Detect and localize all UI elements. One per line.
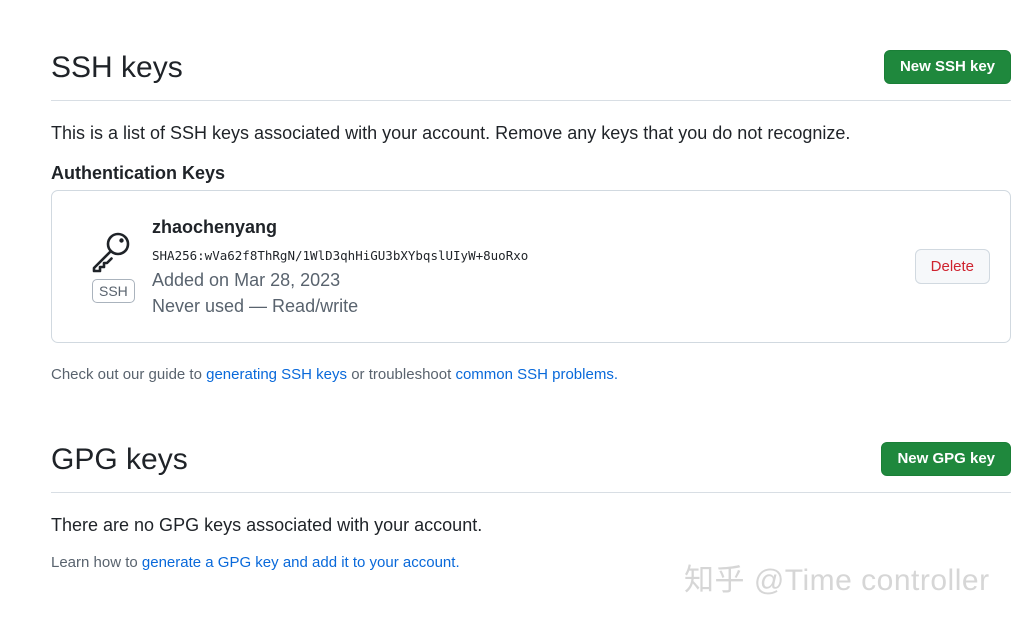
gpg-empty-text: There are no GPG keys associated with yo… — [51, 515, 483, 535]
ssh-guide-text: Check out our guide to generating SSH ke… — [51, 366, 618, 383]
ssh-guide-prefix: Check out our guide to — [51, 366, 207, 383]
ssh-type-badge: SSH — [92, 279, 135, 303]
ssh-guide-middle: or troubleshoot — [347, 366, 456, 383]
gpg-keys-header: GPG keys New GPG key — [51, 442, 1011, 493]
new-ssh-key-button[interactable]: New SSH key — [883, 50, 1011, 84]
settings-keys-page: SSH keys New SSH key This is a list of S… — [0, 0, 1033, 618]
key-icon — [92, 232, 130, 273]
ssh-key-fingerprint: SHA256:wVa62f8ThRgN/1WlD3qhHiGU3bXYbqslU… — [152, 248, 529, 263]
generate-gpg-key-link[interactable]: generate a GPG key and add it to your ac… — [142, 554, 456, 571]
common-ssh-problems-link[interactable]: common SSH problems — [455, 366, 613, 383]
ssh-key-added-date: Added on Mar 28, 2023 — [152, 270, 341, 290]
new-gpg-key-button[interactable]: New GPG key — [881, 442, 1011, 476]
generating-ssh-keys-link[interactable]: generating SSH keys — [206, 366, 347, 383]
delete-ssh-key-button[interactable]: Delete — [914, 249, 990, 284]
ssh-guide-suffix: . — [613, 366, 618, 383]
ssh-key-name: zhaochenyang — [152, 217, 278, 237]
gpg-learn-prefix: Learn how to — [51, 554, 142, 571]
ssh-description: This is a list of SSH keys associated wi… — [51, 123, 851, 143]
gpg-keys-title: GPG keys — [51, 443, 188, 476]
ssh-keys-header: SSH keys New SSH key — [51, 50, 1011, 101]
zhihu-watermark: 知乎 @Time controller — [684, 564, 990, 597]
ssh-key-usage: Never used — Read/write — [152, 296, 359, 316]
gpg-learn-suffix: . — [455, 554, 460, 571]
gpg-learn-text: Learn how to generate a GPG key and add … — [51, 554, 460, 571]
authentication-keys-heading: Authentication Keys — [51, 163, 226, 183]
ssh-keys-title: SSH keys — [51, 51, 183, 84]
ssh-key-card: SSH zhaochenyang SHA256:wVa62f8ThRgN/1Wl… — [51, 190, 1011, 343]
